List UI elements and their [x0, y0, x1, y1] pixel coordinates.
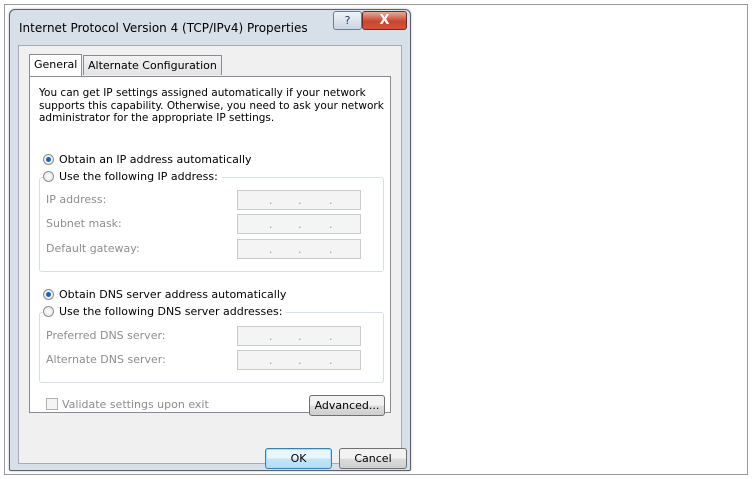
preferred-dns-input[interactable]: ... — [237, 326, 361, 346]
intro-text: You can get IP settings assigned automat… — [39, 87, 384, 124]
alternate-dns-label: Alternate DNS server: — [46, 353, 166, 366]
cancel-button[interactable]: Cancel — [339, 448, 407, 469]
advanced-button[interactable]: Advanced... — [309, 395, 385, 416]
tab-alternate-configuration[interactable]: Alternate Configuration — [83, 55, 222, 75]
dns-server-group — [39, 312, 384, 383]
obtain-ip-auto-label: Obtain an IP address automatically — [59, 153, 252, 166]
subnet-mask-label: Subnet mask: — [46, 217, 122, 230]
validate-settings-label: Validate settings upon exit — [62, 398, 209, 411]
radio-selected-icon — [43, 154, 54, 165]
obtain-dns-auto-radio[interactable]: Obtain DNS server address automatically — [43, 288, 286, 301]
general-tab-panel: You can get IP settings assigned automat… — [29, 76, 391, 416]
ip-address-input[interactable]: ... — [237, 190, 361, 210]
obtain-dns-auto-label: Obtain DNS server address automatically — [59, 288, 287, 301]
radio-selected-icon — [43, 289, 54, 300]
tab-general[interactable]: General — [29, 54, 83, 76]
use-following-ip-radio[interactable]: Use the following IP address: — [43, 170, 222, 183]
help-button[interactable]: ? — [333, 11, 362, 30]
ip-address-label: IP address: — [46, 193, 107, 206]
use-following-ip-label: Use the following IP address: — [59, 170, 218, 183]
default-gateway-input[interactable]: ... — [237, 239, 361, 259]
title-bar: Internet Protocol Version 4 (TCP/IPv4) P… — [10, 10, 410, 46]
close-button[interactable]: X — [362, 11, 407, 30]
ok-button[interactable]: OK — [265, 448, 332, 469]
checkbox-unchecked-icon — [46, 398, 58, 410]
obtain-ip-auto-radio[interactable]: Obtain an IP address automatically — [43, 153, 252, 166]
default-gateway-label: Default gateway: — [46, 242, 140, 255]
use-following-dns-radio[interactable]: Use the following DNS server addresses: — [43, 305, 287, 318]
preferred-dns-label: Preferred DNS server: — [46, 329, 166, 342]
use-following-dns-label: Use the following DNS server addresses: — [59, 305, 283, 318]
radio-unselected-icon — [43, 171, 54, 182]
alternate-dns-input[interactable]: ... — [237, 350, 361, 370]
window-title: Internet Protocol Version 4 (TCP/IPv4) P… — [19, 21, 308, 35]
radio-unselected-icon — [43, 306, 54, 317]
subnet-mask-input[interactable]: ... — [237, 214, 361, 234]
tcpip-properties-dialog: Internet Protocol Version 4 (TCP/IPv4) P… — [9, 9, 411, 471]
validate-settings-checkbox[interactable]: Validate settings upon exit — [46, 398, 209, 411]
dialog-body: General Alternate Configuration You can … — [18, 45, 407, 469]
